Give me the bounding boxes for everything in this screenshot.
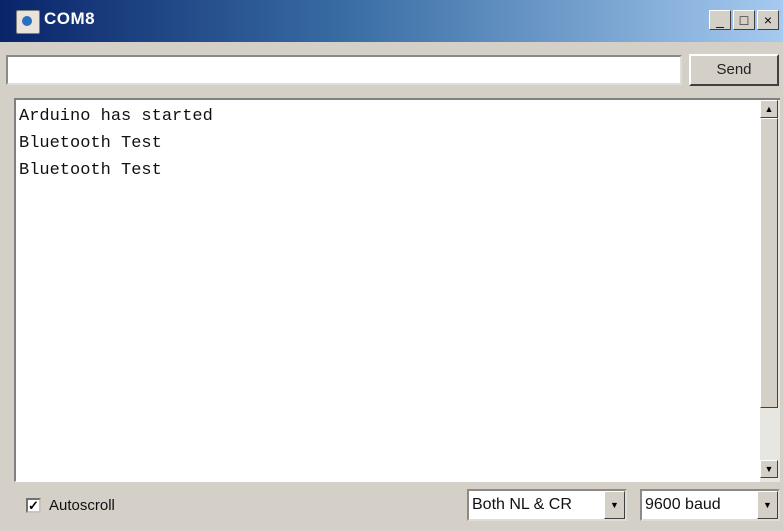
window-title: COM8 (44, 9, 96, 28)
scroll-up-arrow-icon[interactable]: ▲ (760, 100, 778, 118)
serial-output-area[interactable]: Arduino has started Bluetooth Test Bluet… (14, 98, 760, 482)
output-line: Bluetooth Test (19, 134, 162, 153)
maximize-button[interactable]: □ (733, 10, 755, 30)
output-line: Arduino has started (19, 107, 213, 126)
chevron-down-icon[interactable]: ▼ (757, 491, 778, 519)
output-line: Bluetooth Test (19, 161, 162, 180)
minimize-button[interactable]: _ (709, 10, 731, 30)
baud-rate-select[interactable]: 9600 baud ▼ (640, 489, 780, 521)
autoscroll-checkbox[interactable]: ✓ (26, 498, 41, 513)
title-bar[interactable]: COM8 _ □ × (0, 0, 783, 42)
window-controls: _ □ × (709, 10, 779, 30)
serial-send-input[interactable] (6, 55, 682, 85)
line-ending-select[interactable]: Both NL & CR ▼ (467, 489, 627, 521)
autoscroll-toggle[interactable]: ✓ Autoscroll (26, 497, 115, 514)
baud-rate-value: 9600 baud (645, 496, 721, 513)
chevron-down-icon[interactable]: ▼ (604, 491, 625, 519)
send-button[interactable]: Send (689, 54, 779, 86)
line-ending-value: Both NL & CR (472, 496, 572, 513)
java-app-icon (16, 10, 40, 34)
vertical-scrollbar[interactable]: ▲ ▼ (760, 98, 780, 482)
scroll-thumb[interactable] (760, 118, 778, 408)
autoscroll-label: Autoscroll (49, 497, 115, 514)
close-button[interactable]: × (757, 10, 779, 30)
scroll-down-arrow-icon[interactable]: ▼ (760, 460, 778, 478)
